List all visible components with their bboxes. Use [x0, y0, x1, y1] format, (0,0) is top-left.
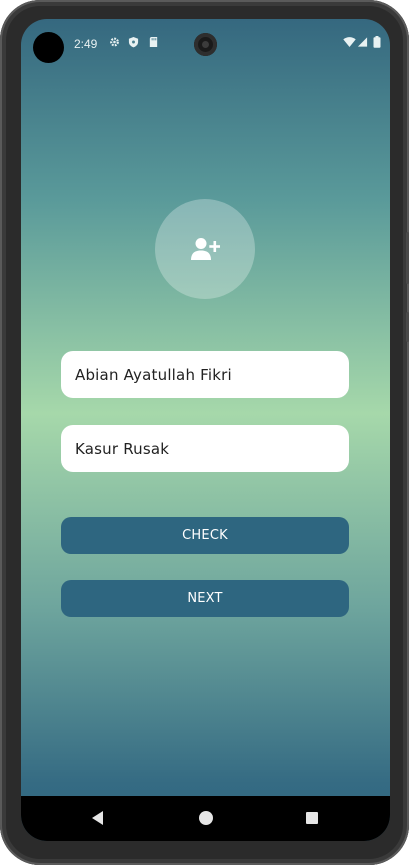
home-icon[interactable] [198, 810, 214, 826]
battery-icon [373, 36, 381, 48]
app-screen: 2:49 Abian Ayatullah Fikri Kasur Rusak C… [21, 19, 390, 841]
phone-frame: 2:49 Abian Ayatullah Fikri Kasur Rusak C… [0, 0, 409, 865]
wifi-icon [343, 37, 356, 47]
gear-icon [110, 37, 119, 47]
second-input[interactable]: Kasur Rusak [61, 425, 349, 472]
signal-icon [357, 37, 368, 47]
check-button-label: CHECK [182, 528, 228, 543]
punch-hole-camera [194, 33, 217, 56]
back-icon[interactable] [91, 810, 104, 826]
status-bar: 2:49 [21, 19, 390, 67]
status-time: 2:49 [74, 37, 98, 51]
name-input-value: Abian Ayatullah Fikri [75, 365, 232, 384]
avatar-circle[interactable] [155, 199, 255, 299]
recents-icon[interactable] [305, 810, 319, 826]
add-person-icon [191, 238, 220, 260]
shield-icon [128, 36, 139, 48]
next-button-label: NEXT [187, 591, 223, 606]
check-button[interactable]: CHECK [61, 517, 349, 554]
front-camera-cutout [33, 32, 64, 63]
second-input-value: Kasur Rusak [75, 439, 170, 458]
navigation-bar [21, 796, 390, 841]
name-input[interactable]: Abian Ayatullah Fikri [61, 351, 349, 398]
next-button[interactable]: NEXT [61, 580, 349, 617]
sd-card-icon [149, 36, 158, 48]
